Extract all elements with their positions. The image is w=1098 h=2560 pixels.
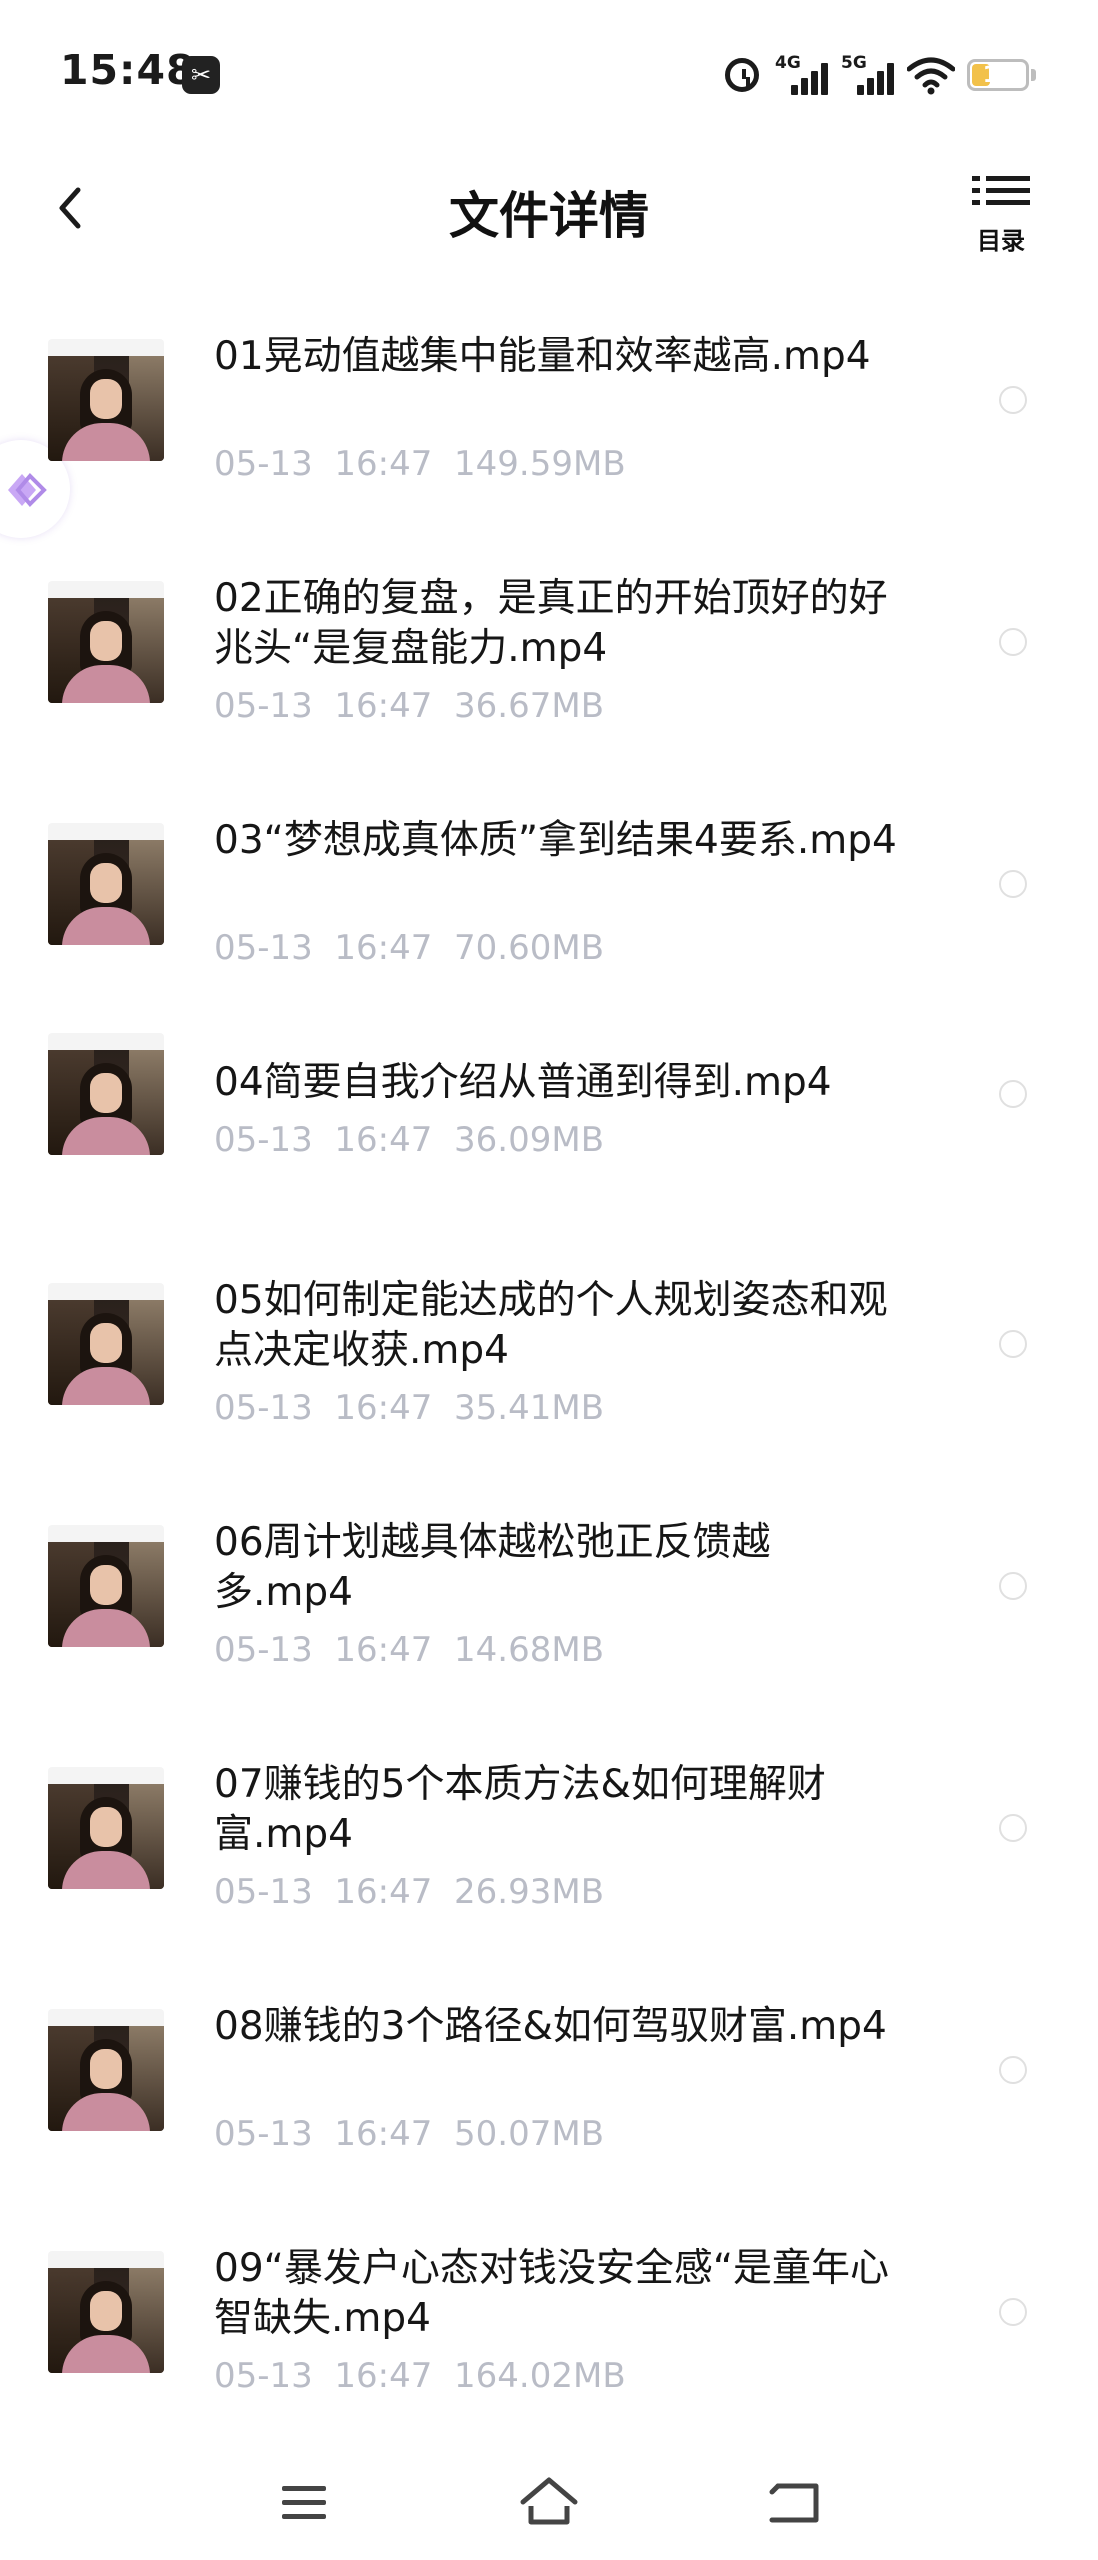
file-date: 05-13 [214,2356,313,2396]
file-date: 05-13 [214,1120,313,1160]
file-time: 16:47 [334,928,433,968]
menu-icon [282,2486,326,2519]
video-thumbnail [48,339,164,461]
file-size: 14.68MB [454,1630,605,1670]
file-meta: 05-13 16:47 36.09MB [214,1120,604,1160]
file-list-item[interactable]: 02正确的复盘，是真正的开始顶好的好兆头“是复盘能力.mp4 05-13 16:4… [0,542,1098,742]
list-icon [972,176,1030,205]
file-meta: 05-13 16:47 35.41MB [214,1388,604,1428]
file-date: 05-13 [214,1872,313,1912]
file-name: 01晃动值越集中能量和效率越高.mp4 [214,334,871,379]
file-list-item[interactable]: 05如何制定能达成的个人规划姿态和观点决定收获.mp4 05-13 16:47 3… [0,1244,1098,1444]
select-radio[interactable] [999,1814,1027,1842]
screenshot-icon: ✂ [182,56,220,94]
file-date: 05-13 [214,1630,313,1670]
app-header: 文件详情 目录 [0,150,1098,270]
select-radio[interactable] [999,1330,1027,1358]
file-list-item[interactable]: 09“暴发户心态对钱没安全感“是童年心智缺失.mp4 05-13 16:47 16… [0,2212,1098,2412]
select-radio[interactable] [999,628,1027,656]
video-thumbnail [48,1033,164,1155]
file-list-item[interactable]: 04简要自我介绍从普通到得到.mp4 05-13 16:47 36.09MB [0,1026,1098,1226]
file-time: 16:47 [334,444,433,484]
file-list-item[interactable]: 07赚钱的5个本质方法&如何理解财富.mp4 05-13 16:47 26.93M… [0,1728,1098,1928]
back-nav-button[interactable] [754,2462,834,2542]
status-icons: 4G 5G 16 [725,50,1036,100]
file-date: 05-13 [214,928,313,968]
video-thumbnail [48,823,164,945]
signal-5g-icon: 5G [841,53,894,97]
home-icon [520,2477,578,2525]
file-list-item[interactable]: 03“梦想成真体质”拿到结果4要系.mp4 05-13 16:47 70.60MB [0,784,1098,984]
select-radio[interactable] [999,2056,1027,2084]
file-name: 06周计划越具体越松弛正反馈越多.mp4 [214,1520,771,1615]
select-radio[interactable] [999,1572,1027,1600]
file-time: 16:47 [334,1388,433,1428]
file-time: 16:47 [334,2356,433,2396]
file-date: 05-13 [214,1388,313,1428]
file-name: 07赚钱的5个本质方法&如何理解财富.mp4 [214,1762,826,1857]
file-meta: 05-13 16:47 164.02MB [214,2356,626,2396]
file-list-item[interactable]: 08赚钱的3个路径&如何驾驭财富.mp4 05-13 16:47 50.07MB [0,1970,1098,2170]
alarm-icon [725,58,759,92]
file-meta: 05-13 16:47 14.68MB [214,1630,604,1670]
file-time: 16:47 [334,1120,433,1160]
file-name: 05如何制定能达成的个人规划姿态和观点决定收获.mp4 [214,1278,888,1373]
signal-5g-label: 5G [841,53,867,73]
signal-4g-icon: 4G [775,53,828,97]
file-time: 16:47 [334,686,433,726]
file-size: 36.09MB [454,1120,605,1160]
file-meta: 05-13 16:47 50.07MB [214,2114,604,2154]
video-thumbnail [48,2009,164,2131]
toc-button[interactable]: 目录 [966,176,1036,256]
file-size: 36.67MB [454,686,605,726]
file-name: 03“梦想成真体质”拿到结果4要系.mp4 [214,818,897,863]
file-size: 50.07MB [454,2114,605,2154]
menu-nav-button[interactable] [264,2462,344,2542]
file-size: 149.59MB [454,444,626,484]
file-name: 08赚钱的3个路径&如何驾驭财富.mp4 [214,2004,887,2049]
file-size: 70.60MB [454,928,605,968]
file-time: 16:47 [334,1630,433,1670]
file-date: 05-13 [214,444,313,484]
file-size: 26.93MB [454,1872,605,1912]
select-radio[interactable] [999,386,1027,414]
video-thumbnail [48,1525,164,1647]
toc-label: 目录 [977,227,1025,255]
video-thumbnail [48,1767,164,1889]
file-list-item[interactable]: 06周计划越具体越松弛正反馈越多.mp4 05-13 16:47 14.68MB [0,1486,1098,1686]
file-size: 164.02MB [454,2356,626,2396]
page-title: 文件详情 [449,187,649,245]
file-name: 09“暴发户心态对钱没安全感“是童年心智缺失.mp4 [214,2246,890,2341]
return-icon [769,2483,819,2523]
file-date: 05-13 [214,686,313,726]
select-radio[interactable] [999,870,1027,898]
file-name: 02正确的复盘，是真正的开始顶好的好兆头“是复盘能力.mp4 [214,576,888,671]
battery-level: 16 [982,62,1014,88]
battery-icon: 16 [967,59,1029,91]
signal-4g-label: 4G [775,53,801,73]
select-radio[interactable] [999,1080,1027,1108]
file-meta: 05-13 16:47 26.93MB [214,1872,604,1912]
select-radio[interactable] [999,2298,1027,2326]
file-time: 16:47 [334,1872,433,1912]
file-time: 16:47 [334,2114,433,2154]
video-thumbnail [48,581,164,703]
wifi-icon [907,57,955,95]
status-time: 15:48 [60,46,196,94]
file-meta: 05-13 16:47 70.60MB [214,928,604,968]
status-bar: 15:48 ✂ 4G 5G 16 [0,0,1098,150]
file-list-item[interactable]: 01晃动值越集中能量和效率越高.mp4 05-13 16:47 149.59MB [0,300,1098,500]
file-size: 35.41MB [454,1388,605,1428]
system-nav-bar [0,2440,1098,2560]
file-date: 05-13 [214,2114,313,2154]
file-name: 04简要自我介绍从普通到得到.mp4 [214,1060,832,1105]
home-nav-button[interactable] [509,2462,589,2542]
file-meta: 05-13 16:47 149.59MB [214,444,626,484]
file-meta: 05-13 16:47 36.67MB [214,686,604,726]
video-thumbnail [48,2251,164,2373]
video-thumbnail [48,1283,164,1405]
